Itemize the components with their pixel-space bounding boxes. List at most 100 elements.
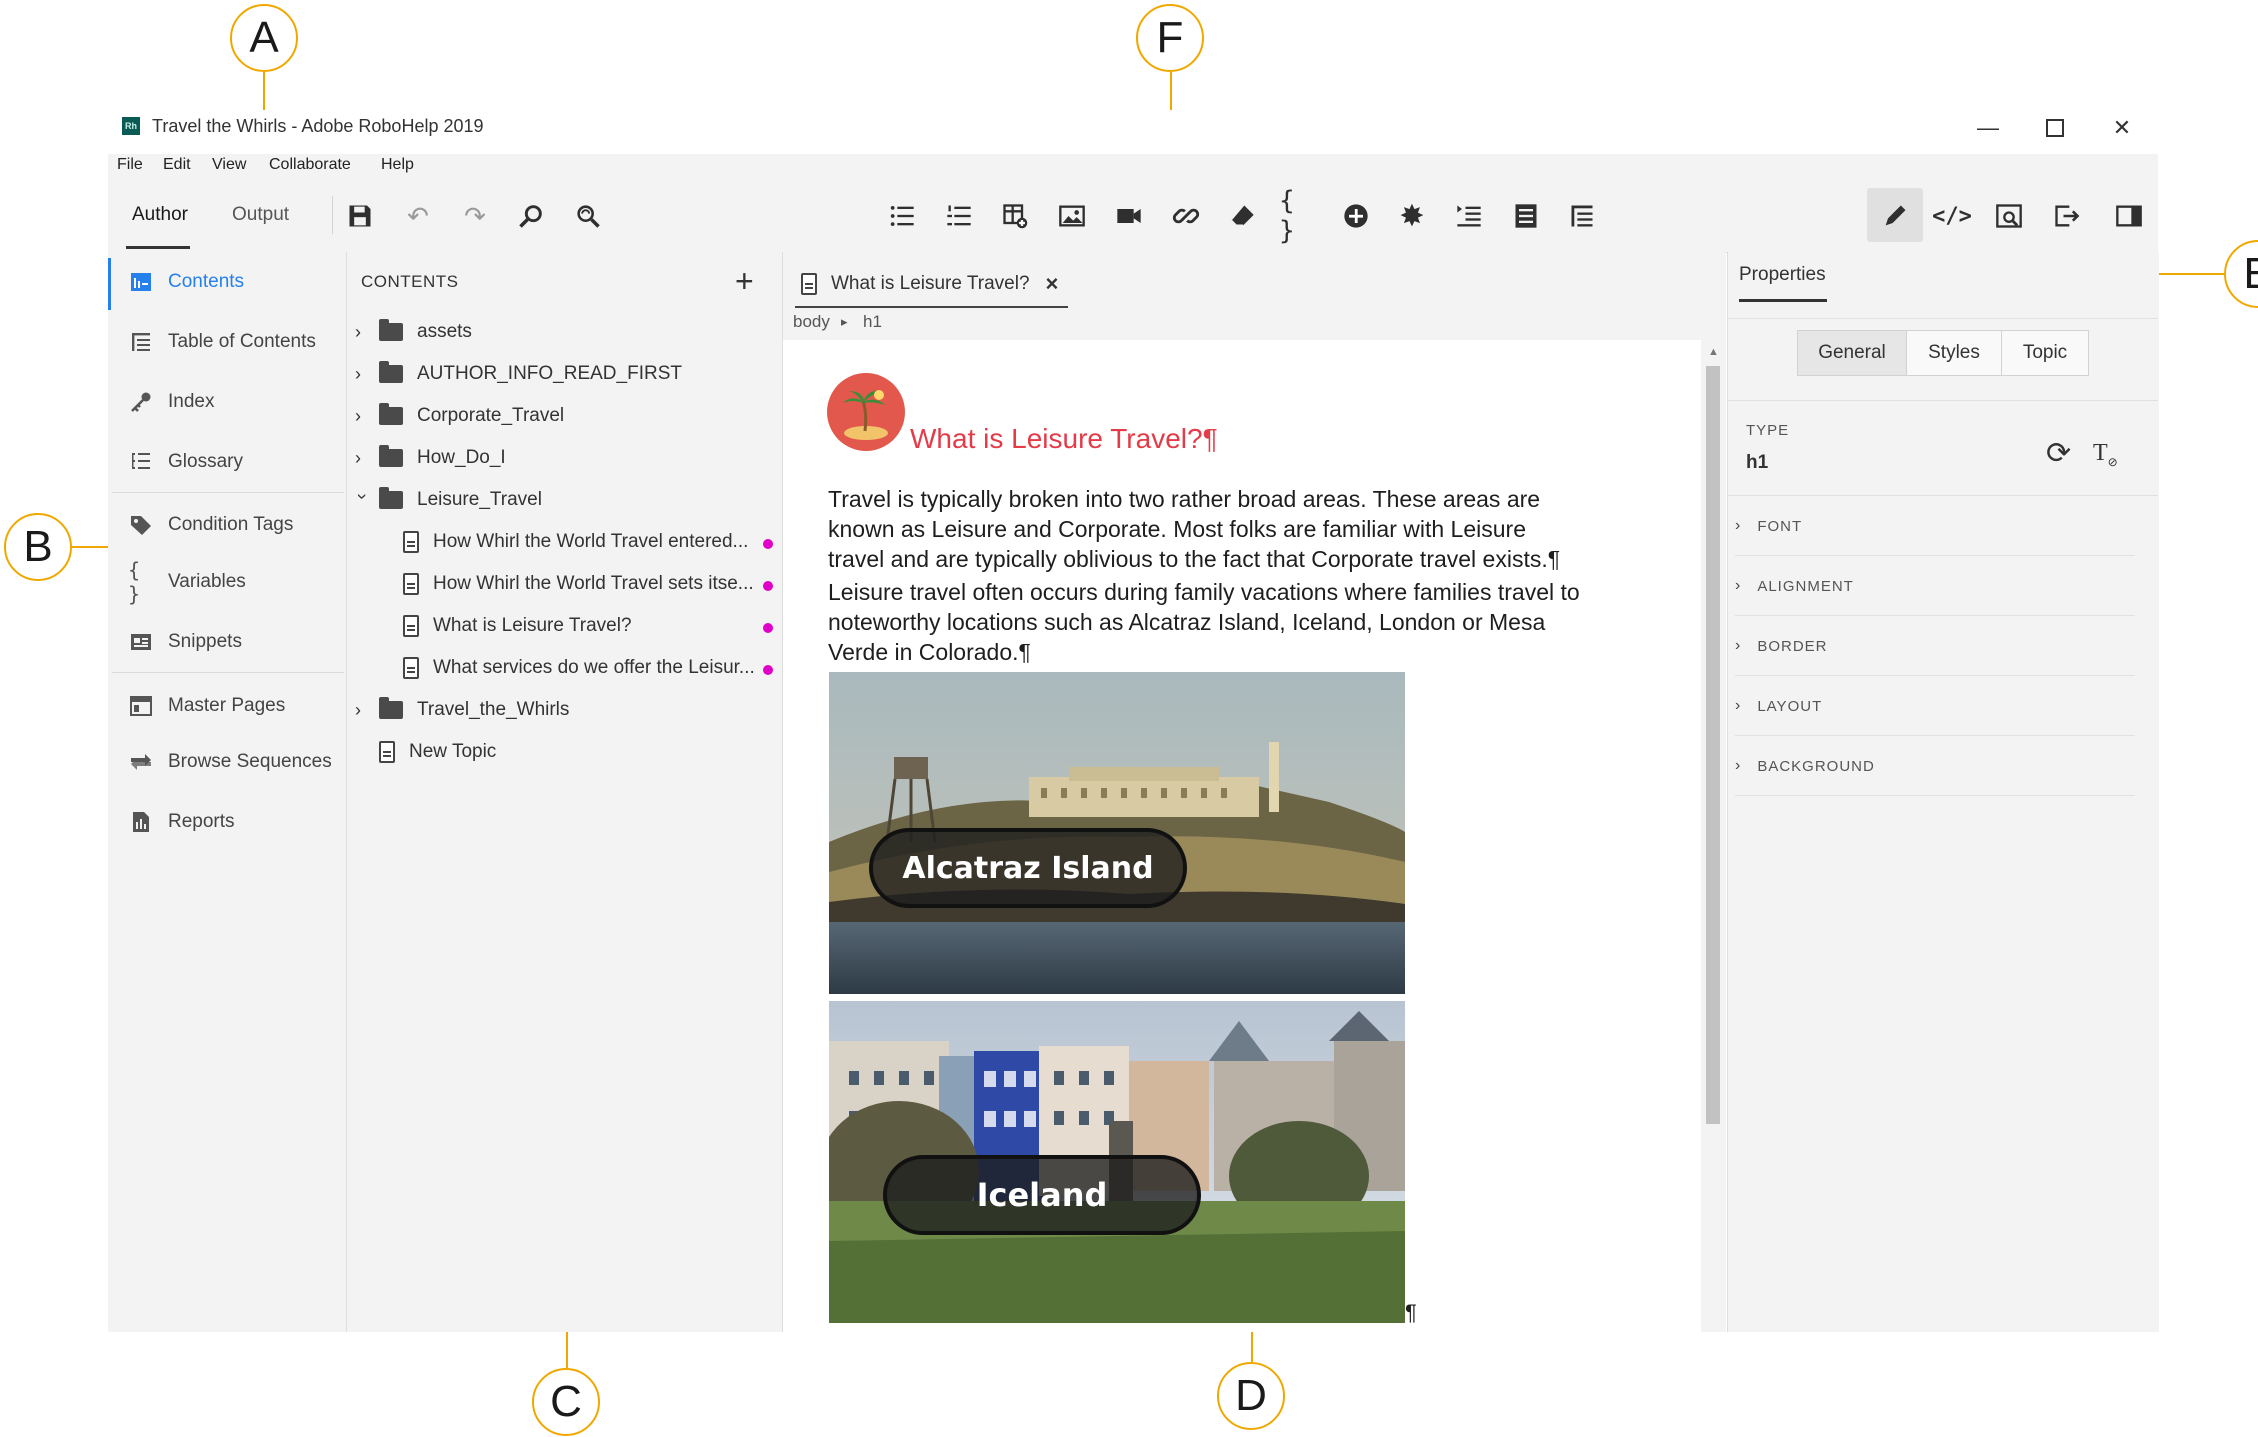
- section-border[interactable]: › BORDER: [1735, 617, 2135, 676]
- nav-index[interactable]: Index: [128, 382, 214, 422]
- folder-icon: [379, 319, 403, 341]
- editor-scrollbar-thumb[interactable]: [1706, 366, 1720, 1124]
- close-icon[interactable]: ✕: [2102, 112, 2142, 144]
- insert-image-icon[interactable]: [1052, 196, 1092, 236]
- topic-icon: [403, 657, 419, 679]
- dropdown-text-icon[interactable]: [1449, 196, 1489, 236]
- topic-icon: [403, 531, 419, 553]
- tree-folder-author-info[interactable]: › AUTHOR_INFO_READ_FIRST: [355, 357, 682, 391]
- segment-topic[interactable]: Topic: [2001, 330, 2089, 376]
- chevron-right-icon: ›: [1735, 697, 1742, 714]
- insert-symbol-icon[interactable]: [1336, 196, 1376, 236]
- modified-dot: [763, 623, 773, 633]
- alcatraz-island-image[interactable]: Alcatraz Island: [829, 672, 1405, 994]
- hyperlink-icon[interactable]: [1166, 196, 1206, 236]
- tree-folder-how-do-i[interactable]: › How_Do_I: [355, 441, 506, 475]
- chevron-right-icon[interactable]: ›: [355, 448, 369, 469]
- tree-topic-what-is-leisure[interactable]: What is Leisure Travel?: [403, 609, 632, 643]
- find-replace-icon[interactable]: [568, 196, 608, 236]
- save-icon[interactable]: [340, 196, 380, 236]
- refresh-icon[interactable]: ⟳: [2046, 436, 2071, 471]
- insert-table-icon[interactable]: [995, 196, 1035, 236]
- callout-a: A: [230, 4, 298, 72]
- folder-icon: [379, 487, 403, 509]
- redo-icon[interactable]: ↷: [455, 196, 495, 236]
- tree-folder-corporate-travel[interactable]: › Corporate_Travel: [355, 399, 564, 433]
- nav-glossary[interactable]: Glossary: [128, 442, 243, 482]
- close-tab-icon[interactable]: ×: [1046, 271, 1059, 297]
- snippet-icon[interactable]: [1506, 196, 1546, 236]
- breadcrumb-body[interactable]: body: [793, 312, 830, 332]
- menu-collaborate[interactable]: Collaborate: [269, 156, 351, 174]
- section-alignment[interactable]: › ALIGNMENT: [1735, 557, 2135, 616]
- tree-topic-sets-itself[interactable]: How Whirl the World Travel sets itse...: [403, 567, 754, 601]
- toc-list-icon[interactable]: [1562, 196, 1602, 236]
- tab-author[interactable]: Author: [132, 204, 188, 226]
- find-icon[interactable]: [511, 196, 551, 236]
- menu-file[interactable]: File: [117, 156, 143, 174]
- tab-properties[interactable]: Properties: [1739, 264, 1826, 286]
- nav-reports[interactable]: Reports: [128, 802, 235, 842]
- nav-table-of-contents[interactable]: Table of Contents: [128, 322, 316, 362]
- tree-topic-entered[interactable]: How Whirl the World Travel entered...: [403, 525, 748, 559]
- topic-icon: [379, 741, 395, 763]
- nav-variables[interactable]: { } Variables: [128, 558, 246, 606]
- add-content-button[interactable]: +: [735, 262, 754, 300]
- nav-master-pages[interactable]: Master Pages: [128, 686, 285, 726]
- chevron-right-icon[interactable]: ›: [355, 364, 369, 385]
- author-view-icon[interactable]: [1875, 196, 1915, 236]
- tree-folder-assets[interactable]: › assets: [355, 315, 472, 349]
- clear-formatting-icon[interactable]: T⊘: [2093, 440, 2118, 470]
- menu-help[interactable]: Help: [381, 156, 414, 174]
- scroll-up-icon[interactable]: ▲: [1708, 346, 1719, 358]
- topic-icon: [403, 573, 419, 595]
- section-font[interactable]: › FONT: [1735, 497, 2135, 556]
- modified-dot: [763, 539, 773, 549]
- topic-icon: [801, 273, 817, 295]
- segment-styles[interactable]: Styles: [1906, 330, 2002, 376]
- tree-folder-travel-the-whirls[interactable]: › Travel_the_Whirls: [355, 693, 569, 727]
- tree-topic-services[interactable]: What services do we offer the Leisur...: [403, 651, 755, 685]
- tab-what-is-leisure-travel[interactable]: What is Leisure Travel? ×: [795, 262, 1069, 308]
- chevron-down-icon[interactable]: ›: [352, 493, 373, 507]
- bulleted-list-icon[interactable]: [882, 196, 922, 236]
- chevron-right-icon[interactable]: ›: [355, 406, 369, 427]
- segment-general[interactable]: General: [1797, 330, 1907, 376]
- nav-contents[interactable]: Contents: [128, 262, 244, 302]
- paragraph-2[interactable]: Leisure travel often occurs during famil…: [828, 577, 1668, 667]
- toc-icon: [128, 329, 154, 355]
- panel-toggle-icon[interactable]: [2109, 196, 2149, 236]
- tab-output[interactable]: Output: [232, 204, 289, 226]
- source-view-icon[interactable]: </>: [1932, 196, 1972, 236]
- undo-icon[interactable]: ↶: [398, 196, 438, 236]
- variable-braces-icon[interactable]: { }: [1279, 186, 1319, 246]
- iceland-image[interactable]: Iceland: [829, 1001, 1405, 1323]
- paragraph-1[interactable]: Travel is typically broken into two rath…: [828, 484, 1668, 574]
- minimize-icon[interactable]: —: [1968, 112, 2008, 144]
- callout-d: D: [1217, 1362, 1285, 1430]
- tree-topic-new-topic[interactable]: New Topic: [379, 735, 496, 769]
- chevron-right-icon[interactable]: ›: [355, 700, 369, 721]
- chevron-right-icon[interactable]: ›: [355, 322, 369, 343]
- breadcrumb-h1[interactable]: h1: [863, 312, 882, 332]
- section-background[interactable]: › BACKGROUND: [1735, 737, 2135, 796]
- insert-video-icon[interactable]: [1109, 196, 1149, 236]
- publish-icon[interactable]: [2047, 196, 2087, 236]
- asterisk-icon[interactable]: ✸: [1392, 196, 1432, 236]
- island-topic-icon: [827, 373, 905, 451]
- nav-snippets[interactable]: Snippets: [128, 622, 242, 662]
- eraser-icon[interactable]: [1222, 196, 1262, 236]
- callout-c: C: [532, 1368, 600, 1436]
- numbered-list-icon[interactable]: [939, 196, 979, 236]
- preview-icon[interactable]: [1989, 196, 2029, 236]
- chevron-right-icon: ›: [1735, 577, 1742, 594]
- master-page-icon: [128, 693, 154, 719]
- menu-edit[interactable]: Edit: [163, 156, 191, 174]
- nav-condition-tags[interactable]: Condition Tags: [128, 505, 293, 545]
- nav-browse-sequences[interactable]: Browse Sequences: [128, 742, 332, 782]
- topic-heading[interactable]: What is Leisure Travel?¶: [910, 423, 1218, 455]
- menu-view[interactable]: View: [212, 156, 246, 174]
- maximize-icon[interactable]: [2035, 112, 2075, 144]
- tree-folder-leisure-travel[interactable]: › Leisure_Travel: [352, 483, 542, 517]
- section-layout[interactable]: › LAYOUT: [1735, 677, 2135, 736]
